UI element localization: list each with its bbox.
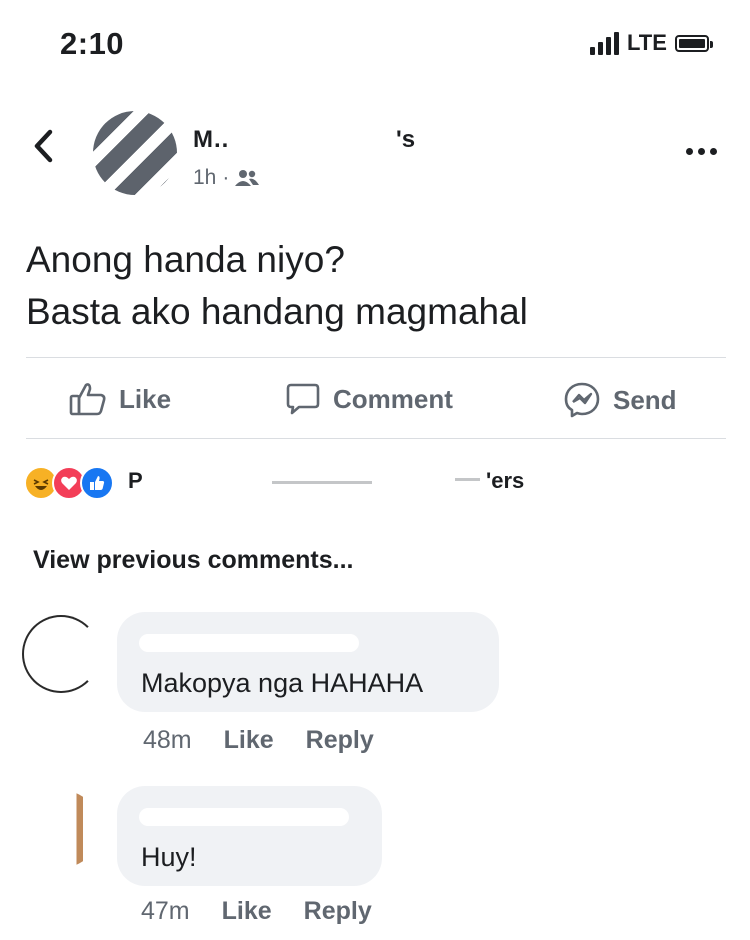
back-button[interactable] xyxy=(32,128,54,169)
comment-bubble[interactable]: Huy! xyxy=(117,786,382,886)
meta-separator: · xyxy=(222,166,230,189)
reaction-summary-start[interactable]: P xyxy=(128,468,143,494)
post-text-line: Basta ako handang magmahal xyxy=(26,291,528,332)
comment-text: Makopya nga HAHAHA xyxy=(141,668,424,698)
comment-time: 47m xyxy=(141,897,190,925)
author-name[interactable]: M.. xyxy=(193,126,229,154)
author-avatar[interactable] xyxy=(93,111,177,195)
comment-reply-button[interactable]: Reply xyxy=(306,726,374,755)
like-label: Like xyxy=(119,383,172,414)
view-previous-comments-link[interactable]: View previous comments... xyxy=(33,546,353,575)
chevron-left-icon xyxy=(34,129,53,163)
battery-icon xyxy=(674,34,713,52)
network-type: LTE xyxy=(627,30,667,55)
comment-meta: 48m Like Reply xyxy=(143,726,374,755)
post-text-line: Anong handa niyo? xyxy=(26,239,345,280)
reaction-summary-end[interactable]: 'ers xyxy=(486,468,524,494)
comment-like-button[interactable]: Like xyxy=(224,726,274,755)
commenter-avatar[interactable] xyxy=(22,615,100,693)
like-reaction-icon xyxy=(80,466,114,500)
comment-label: Comment xyxy=(333,383,453,414)
more-options-button[interactable] xyxy=(686,148,717,155)
send-button[interactable]: Send xyxy=(563,381,677,419)
author-name-suffix: 's xyxy=(396,126,416,153)
comment-text: Huy! xyxy=(141,842,197,872)
redacted-text xyxy=(455,478,480,481)
commenter-avatar[interactable] xyxy=(22,790,100,868)
divider xyxy=(26,357,726,358)
comment-button[interactable]: Comment xyxy=(285,381,453,417)
send-label: Send xyxy=(613,384,677,415)
more-icon xyxy=(686,148,693,155)
messenger-icon xyxy=(564,382,600,418)
comment-like-button[interactable]: Like xyxy=(222,897,272,926)
commenter-name-redacted xyxy=(139,808,349,826)
comment-icon xyxy=(286,383,320,415)
commenter-name-redacted xyxy=(139,634,359,652)
status-indicators: LTE xyxy=(590,30,713,56)
post-text: Anong handa niyo? Basta ako handang magm… xyxy=(26,234,726,338)
like-button[interactable]: Like xyxy=(69,381,171,417)
divider xyxy=(26,438,726,439)
reaction-icons[interactable] xyxy=(24,466,114,500)
comment-time: 48m xyxy=(143,726,192,754)
comment-reply-button[interactable]: Reply xyxy=(304,897,372,926)
comment-bubble[interactable]: Makopya nga HAHAHA xyxy=(117,612,499,712)
redacted-text xyxy=(272,481,372,484)
thumbs-up-icon xyxy=(69,383,106,416)
post-meta: 1h · xyxy=(193,166,260,190)
comment-meta: 47m Like Reply xyxy=(141,897,372,926)
post-timestamp[interactable]: 1h xyxy=(193,166,216,190)
signal-icon xyxy=(590,31,619,55)
friends-icon xyxy=(235,170,260,186)
status-time: 2:10 xyxy=(60,26,125,61)
